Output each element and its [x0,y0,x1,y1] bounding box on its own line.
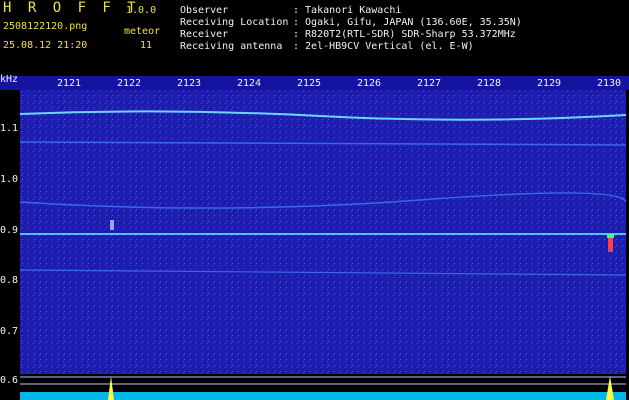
location-label: Receiving Location [180,17,289,28]
app-version: 1.0.0 [126,5,157,16]
meteor-count: 11 [140,40,153,51]
meteor-echo [608,238,613,252]
power-trace-graphic [20,376,626,400]
antenna-value: : 2el-HB9CV Vertical (el. E-W) [293,41,474,52]
observer-value: : Takanori Kawachi [293,5,402,16]
receiver-value: : R820T2(RTL-SDR) SDR-Sharp 53.372MHz [293,29,516,40]
observer-label: Observer [180,5,229,16]
freq-tick: 1.0 [0,174,19,185]
freq-tick: 0.7 [0,326,19,337]
antenna-label: Receiving antenna [180,41,283,52]
freq-tick: 1.1 [0,123,19,134]
power-trace-panel [20,374,626,400]
frequency-unit: kHz [0,74,19,85]
spectrogram-panel [20,90,626,374]
noise-background [20,90,626,374]
time-tick: 2121 [57,78,82,89]
header-panel: H R O F F T 1.0.0 2508122120.png 25.08.1… [0,0,629,76]
time-tick: 2123 [177,78,202,89]
capture-datetime: 25.08.12 21:20 [3,40,88,51]
time-tick: 2130 [597,78,622,89]
freq-tick: 0.9 [0,225,19,236]
time-tick: 2128 [477,78,502,89]
time-axis: 2121 2122 2123 2124 2125 2126 2127 2128 … [0,76,629,90]
time-tick: 2129 [537,78,562,89]
time-tick: 2125 [297,78,322,89]
receiver-label: Receiver [180,29,229,40]
power-peak [108,376,114,400]
frequency-axis: 1.1 1.0 0.9 0.8 0.7 0.6 [0,90,20,400]
meteor-label: meteor [124,26,161,37]
time-tick: 2124 [237,78,262,89]
time-tick: 2126 [357,78,382,89]
meteor-echo [110,220,114,230]
freq-tick: 0.8 [0,275,19,286]
location-value: : Ogaki, Gifu, JAPAN (136.60E, 35.35N) [293,17,522,28]
app-brand: H R O F F T [3,0,140,16]
meteor-echo [607,234,614,238]
file-name: 2508122120.png [3,21,88,32]
time-tick: 2127 [417,78,442,89]
power-peak [606,376,614,400]
spectrogram-graphic [20,90,626,374]
time-tick: 2122 [117,78,142,89]
freq-tick: 0.6 [0,375,19,386]
